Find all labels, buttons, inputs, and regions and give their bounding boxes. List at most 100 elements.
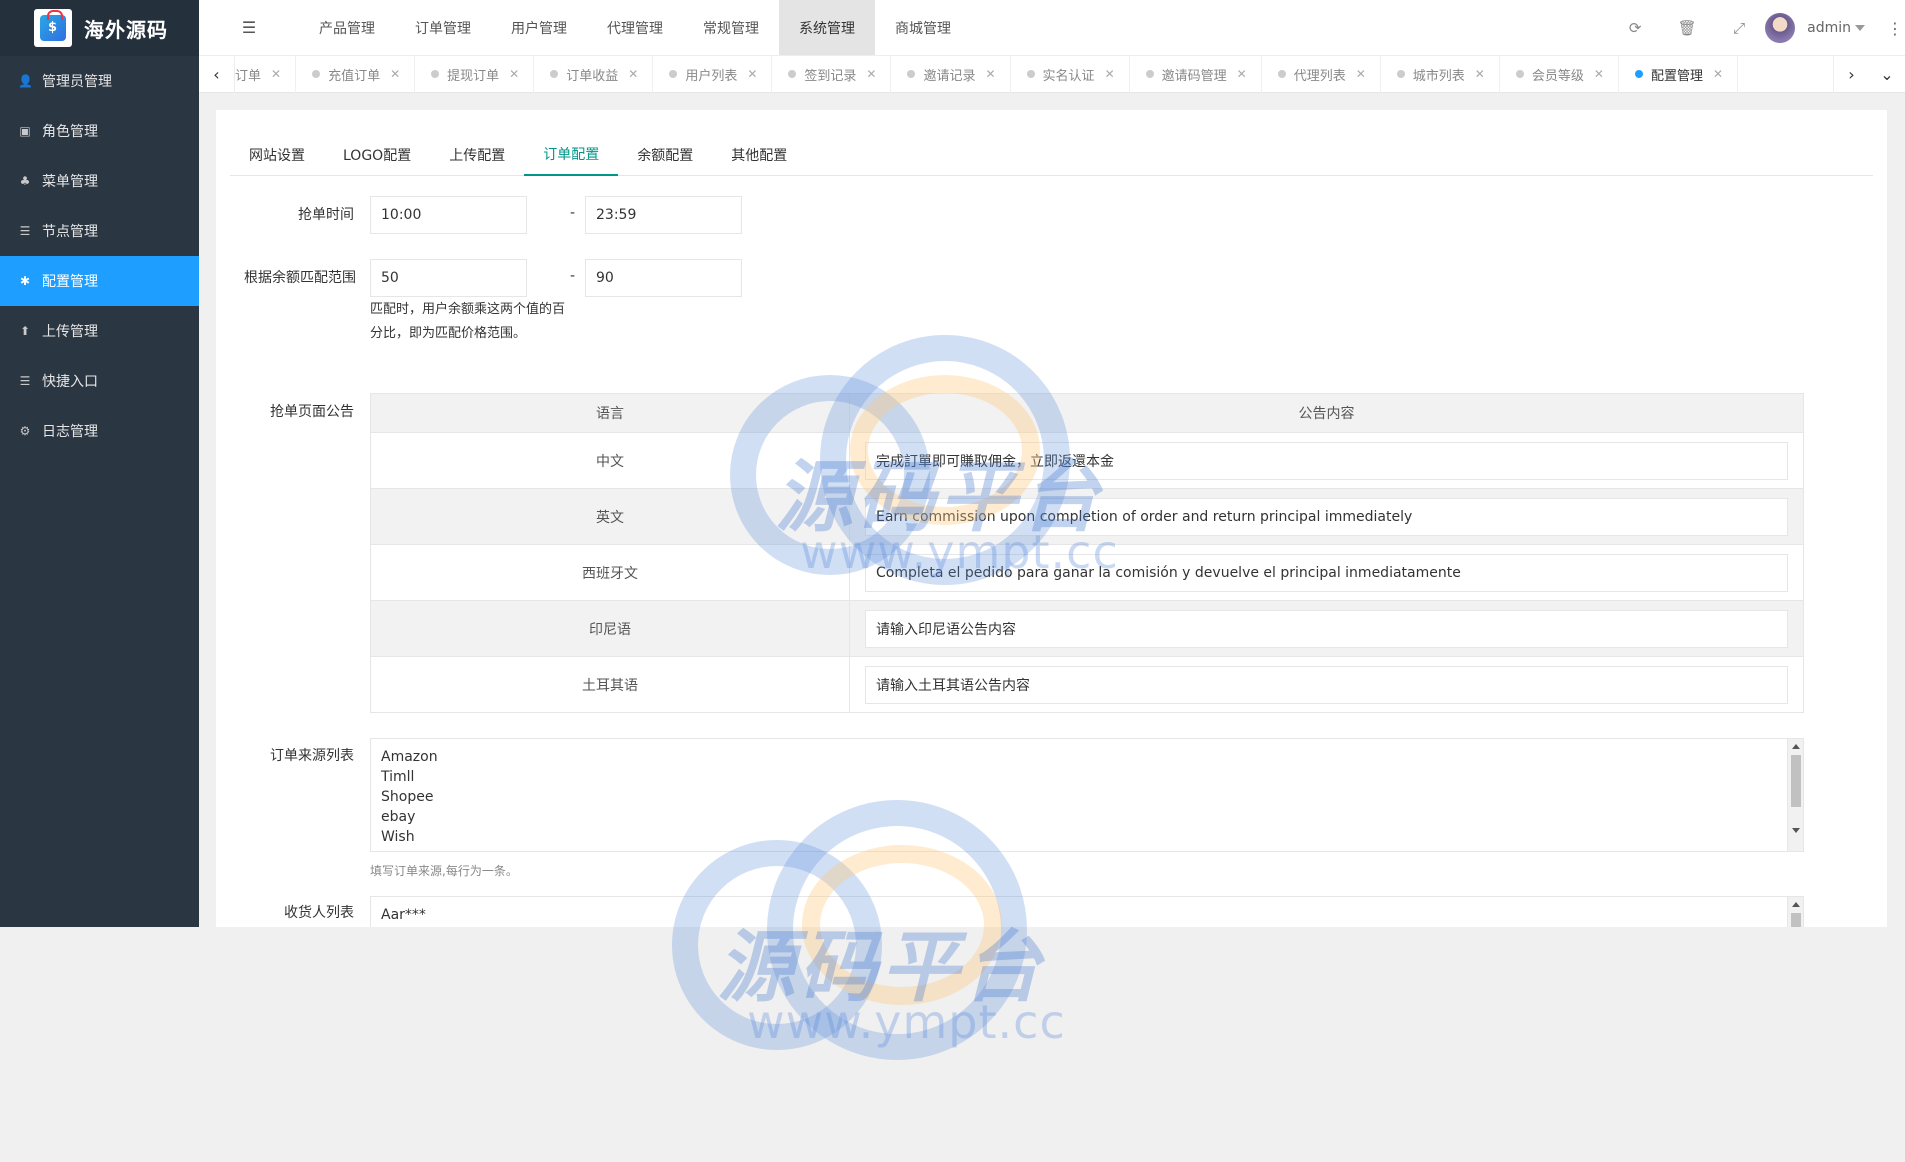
status-dot-icon xyxy=(1396,70,1405,78)
receivers-label: 收货人列表 xyxy=(284,905,354,921)
tabs-next-icon[interactable]: › xyxy=(1833,55,1869,93)
more-icon[interactable]: ⋮ xyxy=(1885,19,1905,38)
scroll-thumb[interactable] xyxy=(1791,913,1801,927)
scroll-up-icon[interactable] xyxy=(1792,744,1800,749)
top-menu-item[interactable]: 用户管理 xyxy=(491,0,587,55)
tabs-prev-icon[interactable]: ‹ xyxy=(199,55,235,93)
page-tab[interactable]: 会员等级 ✕ xyxy=(1500,55,1619,93)
page-tab[interactable]: 配置管理 ✕ xyxy=(1619,55,1739,93)
chevron-down-icon[interactable] xyxy=(1855,25,1865,31)
close-icon[interactable]: ✕ xyxy=(866,67,876,81)
config-tab[interactable]: LOGO配置 xyxy=(324,134,430,176)
notice-content-input[interactable]: 请输入土耳其语公告内容 xyxy=(865,665,1788,704)
sidebar-item-label: 菜单管理 xyxy=(42,174,98,190)
close-icon[interactable]: ✕ xyxy=(1594,67,1604,81)
grab-time-separator: - xyxy=(570,205,576,221)
header-right: ⟳ 🗑 ⤢ admin ⋮ xyxy=(1609,0,1905,56)
notice-content-cell: Earn commission upon completion of order… xyxy=(850,489,1803,544)
config-panel: 网站设置 LOGO配置 上传配置 订单配置 余额配置 其他配置 抢单时间 10:00 - … xyxy=(216,110,1887,927)
log-icon: ⚙ xyxy=(19,424,31,438)
close-icon[interactable]: ✕ xyxy=(271,67,281,81)
notice-content-input[interactable]: Earn commission upon completion of order… xyxy=(865,497,1788,536)
order-sources-scrollbar[interactable] xyxy=(1787,739,1803,851)
page-tab-label: 邀请码管理 xyxy=(1161,68,1227,84)
menu-toggle-icon[interactable]: ☰ xyxy=(199,0,299,55)
sidebar-item-1[interactable]: ▣ 角色管理 xyxy=(0,106,199,156)
page-tab[interactable]: 城市列表 ✕ xyxy=(1381,55,1500,93)
sidebar-item-2[interactable]: ♣ 菜单管理 xyxy=(0,156,199,206)
close-icon[interactable]: ✕ xyxy=(509,67,519,81)
sidebar-item-7[interactable]: ⚙ 日志管理 xyxy=(0,406,199,456)
sidebar-item-6[interactable]: ☰ 快捷入口 xyxy=(0,356,199,406)
close-icon[interactable]: ✕ xyxy=(390,67,400,81)
page-tab-label: 会员等级 xyxy=(1531,68,1584,84)
notice-row: 西班牙文 Completa el pedido para ganar la com… xyxy=(371,544,1803,600)
balance-range-hint: 匹配时，用户余额乘这两个值的百分比，即为匹配价格范围。 xyxy=(370,302,566,341)
sidebar-item-4[interactable]: ✱ 配置管理 xyxy=(0,256,199,306)
top-menu-item[interactable]: 代理管理 xyxy=(587,0,683,55)
column-header-language: 语言 xyxy=(371,394,850,432)
sidebar-item-5[interactable]: ⬆ 上传管理 xyxy=(0,306,199,356)
balance-range-separator: - xyxy=(570,268,576,284)
scroll-thumb[interactable] xyxy=(1791,755,1801,807)
user-name[interactable]: admin xyxy=(1807,20,1851,36)
config-tab[interactable]: 其他配置 xyxy=(712,134,806,176)
page-tab[interactable]: 订单 ✕ xyxy=(235,55,297,93)
grab-time-start-input[interactable]: 10:00 xyxy=(370,196,527,234)
page-tab[interactable]: 邀请记录 ✕ xyxy=(891,55,1011,93)
notice-content-cell: 请输入印尼语公告内容 xyxy=(850,601,1803,656)
close-icon[interactable]: ✕ xyxy=(1105,67,1115,81)
close-icon[interactable]: ✕ xyxy=(1475,67,1485,81)
page-tab[interactable]: 订单收益 ✕ xyxy=(534,55,654,93)
notice-table-header: 语言 公告内容 xyxy=(371,394,1803,432)
top-menu-item[interactable]: 订单管理 xyxy=(395,0,491,55)
trash-icon[interactable]: 🗑 xyxy=(1661,0,1713,56)
close-icon[interactable]: ✕ xyxy=(1237,67,1247,81)
notice-language: 土耳其语 xyxy=(371,657,850,712)
avatar[interactable] xyxy=(1765,13,1796,43)
page-tab[interactable]: 邀请码管理 ✕ xyxy=(1130,55,1262,93)
top-menu-item[interactable]: 产品管理 xyxy=(299,0,395,55)
top-menu-item[interactable]: 常规管理 xyxy=(683,0,779,55)
close-icon[interactable]: ✕ xyxy=(747,67,757,81)
sidebar-item-label: 日志管理 xyxy=(42,424,98,440)
config-tab[interactable]: 上传配置 xyxy=(430,134,524,176)
close-icon[interactable]: ✕ xyxy=(985,67,995,81)
page-tab[interactable]: 实名认证 ✕ xyxy=(1011,55,1130,93)
close-icon[interactable]: ✕ xyxy=(1713,67,1723,81)
notice-content-input[interactable]: Completa el pedido para ganar la comisió… xyxy=(865,553,1788,592)
column-header-content: 公告内容 xyxy=(1298,406,1355,422)
notice-content-input[interactable]: 请输入印尼语公告内容 xyxy=(865,609,1788,648)
notice-language: 西班牙文 xyxy=(371,545,850,600)
top-menu-item[interactable]: 系统管理 xyxy=(779,0,875,55)
page-tab[interactable]: 提现订单 ✕ xyxy=(415,55,535,93)
scroll-up-icon[interactable] xyxy=(1792,902,1800,907)
fullscreen-icon[interactable]: ⤢ xyxy=(1713,0,1765,56)
balance-range-max-input[interactable]: 90 xyxy=(585,259,742,297)
page-tab[interactable]: 充值订单 ✕ xyxy=(296,55,416,93)
order-sources-textarea[interactable]: Amazon Timll Shopee ebay Wish xyxy=(370,738,1804,852)
notice-row: 土耳其语 请输入土耳其语公告内容 xyxy=(371,656,1803,712)
config-tab[interactable]: 订单配置 xyxy=(524,134,619,176)
sidebar-item-3[interactable]: ☰ 节点管理 xyxy=(0,206,199,256)
sidebar-item-0[interactable]: 👤 管理员管理 xyxy=(0,56,199,106)
receivers-textarea[interactable]: Aar*** xyxy=(370,896,1804,927)
page-tab[interactable]: 代理列表 ✕ xyxy=(1262,55,1381,93)
refresh-icon[interactable]: ⟳ xyxy=(1609,0,1661,56)
top-menu-item[interactable]: 商城管理 xyxy=(875,0,971,55)
grab-time-end-input[interactable]: 23:59 xyxy=(585,196,742,234)
config-tab[interactable]: 余额配置 xyxy=(618,134,712,176)
balance-range-min-input[interactable]: 50 xyxy=(370,259,527,297)
close-icon[interactable]: ✕ xyxy=(1356,67,1366,81)
config-tab[interactable]: 网站设置 xyxy=(230,134,324,176)
close-icon[interactable]: ✕ xyxy=(628,67,638,81)
logo[interactable]: 海外源码 xyxy=(0,0,199,56)
receivers-scrollbar[interactable] xyxy=(1787,897,1803,927)
notice-language: 英文 xyxy=(371,489,850,544)
page-tab[interactable]: 签到记录 ✕ xyxy=(772,55,892,93)
scroll-down-icon[interactable] xyxy=(1792,828,1800,833)
tabs-dropdown-icon[interactable]: ⌄ xyxy=(1869,56,1905,93)
page-tab[interactable]: 用户列表 ✕ xyxy=(653,55,773,93)
notice-content-input[interactable]: 完成訂單即可賺取佣金，立即返還本金 xyxy=(865,441,1788,480)
notice-label: 抢单页面公告 xyxy=(270,404,354,420)
